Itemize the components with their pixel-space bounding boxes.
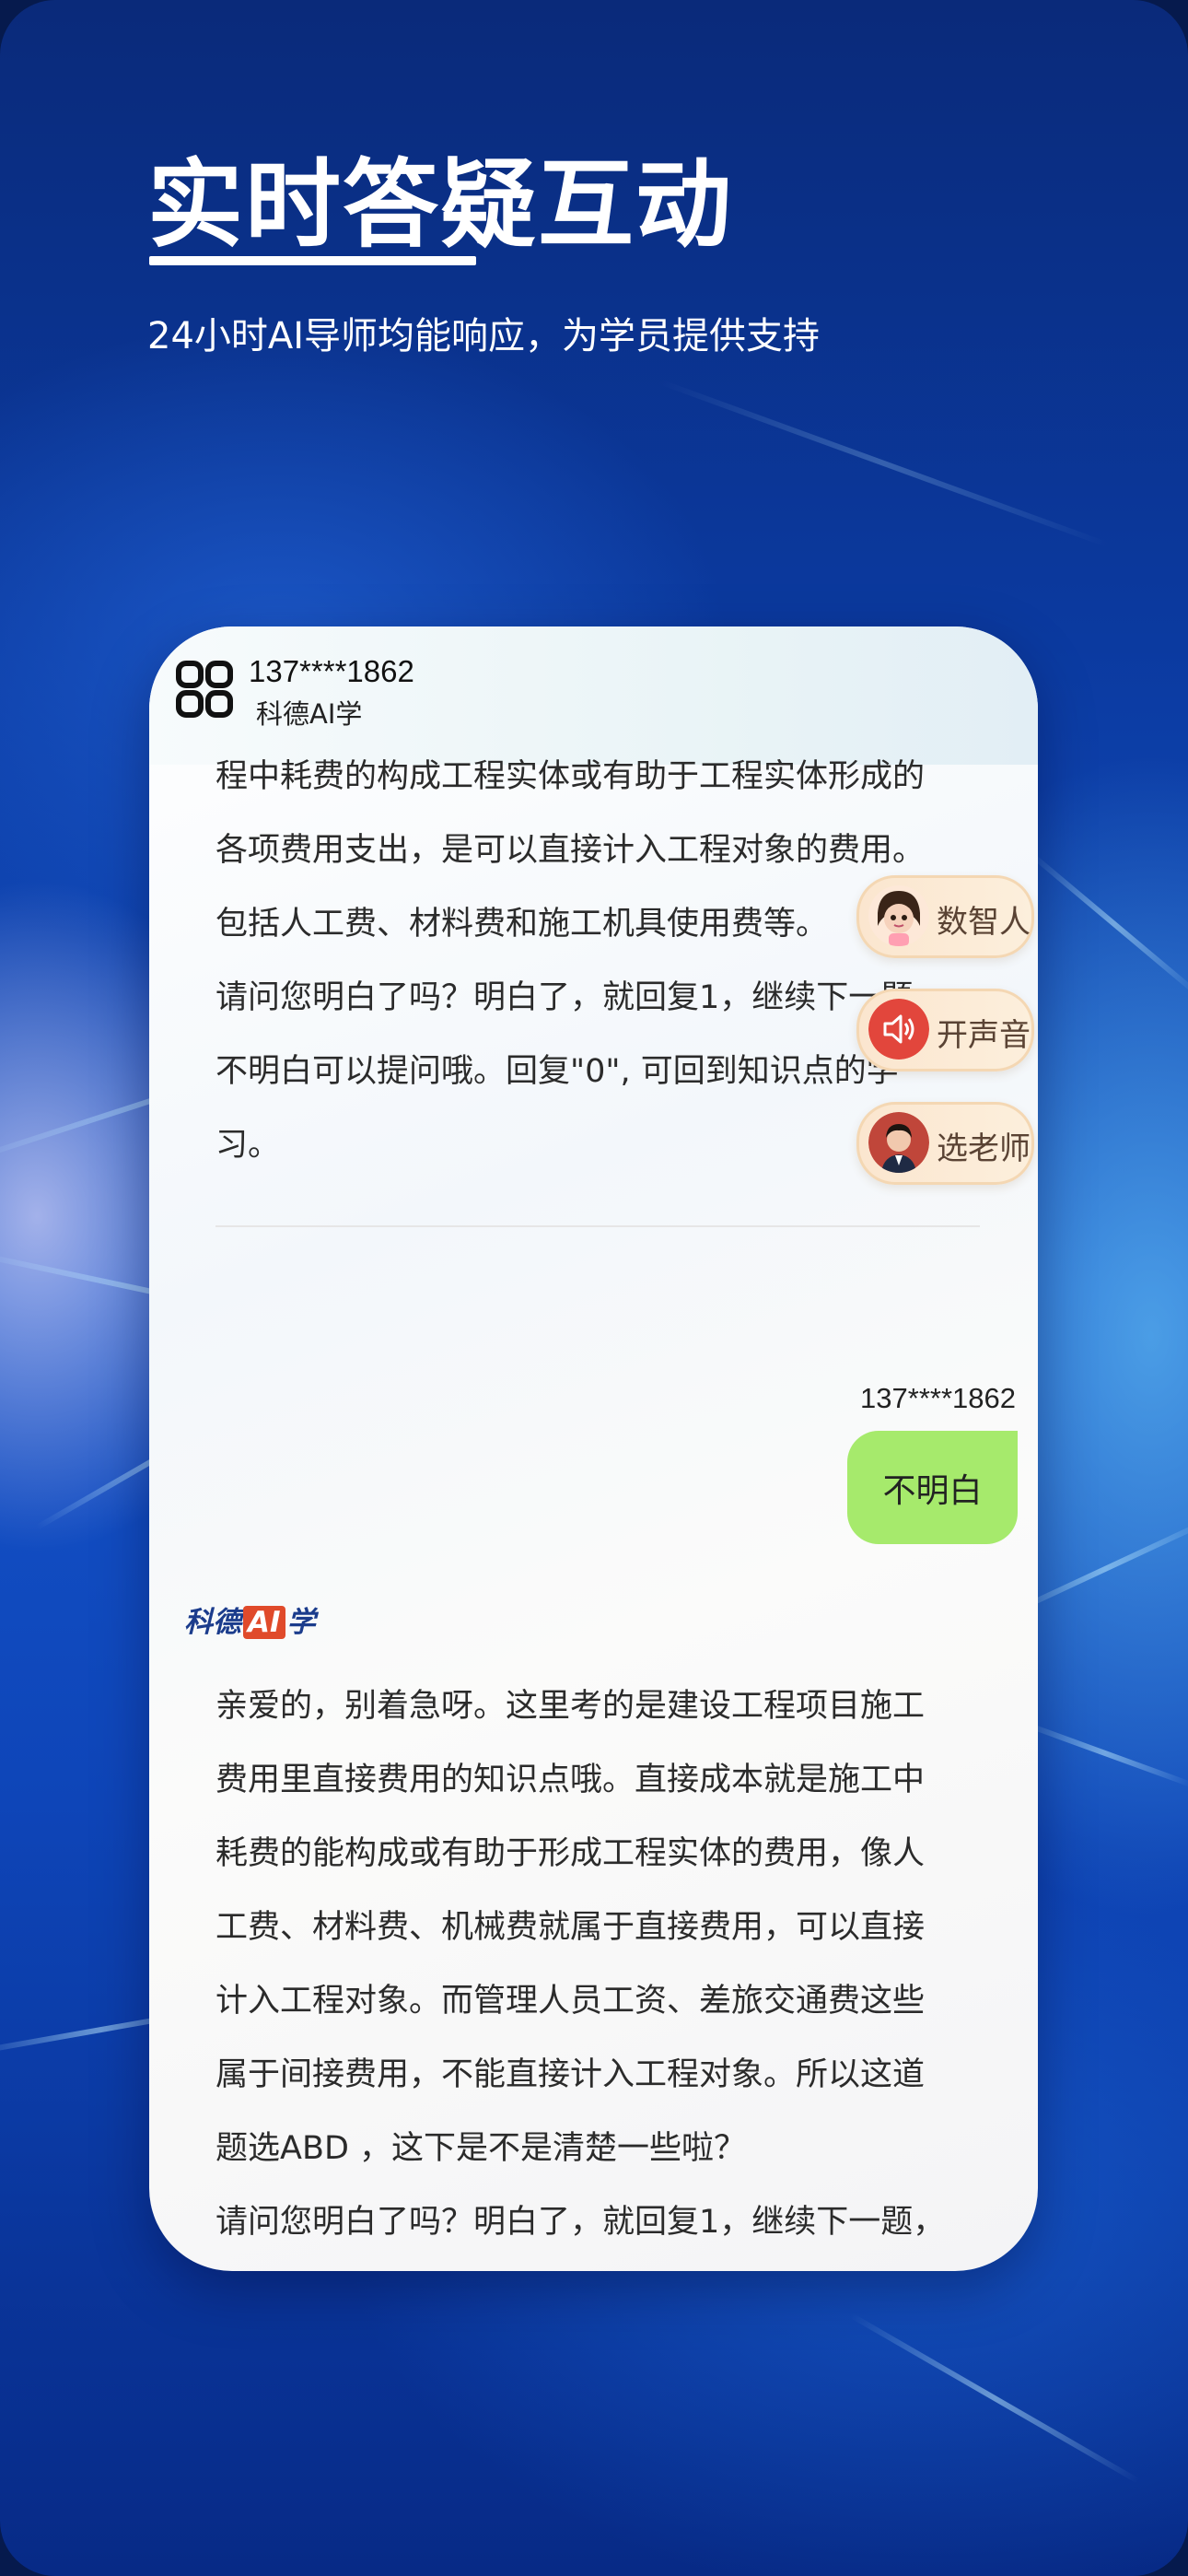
- divider: [215, 1225, 980, 1227]
- digital-human-chip[interactable]: 数智人: [856, 875, 1034, 958]
- message-line: 耗费的能构成或有助于形成工程实体的费用，像人: [215, 1835, 926, 1872]
- digital-human-avatar-icon: [868, 885, 929, 946]
- speaker-icon: [868, 999, 929, 1060]
- user-message-bubble: 不明白: [847, 1431, 1018, 1544]
- phone-chat-card: 137****1862 科德AI学 程中耗费的构成工程实体或有助于工程实体形成的…: [149, 626, 1038, 2271]
- message-line: 程中耗费的构成工程实体或有助于工程实体形成的: [215, 758, 926, 795]
- message-line: 计入工程对象。而管理人员工资、差旅交通费这些: [215, 1983, 926, 2020]
- message-line: 请问您明白了吗？明白了，就回复1，继续下一题，: [215, 2204, 946, 2241]
- hero-title: 实时答疑互动: [147, 148, 734, 261]
- app-logo-icon: [176, 661, 233, 718]
- account-phone: 137****1862: [249, 654, 414, 688]
- chip-label: 开声音: [937, 1017, 1031, 1054]
- message-line: 工费、材料费、机械费就属于直接费用，可以直接: [215, 1909, 926, 1946]
- teacher-avatar-icon: [868, 1112, 929, 1173]
- user-name: 137****1862: [860, 1382, 1016, 1414]
- brand-logo: 科德 AI 学: [184, 1606, 316, 1639]
- choose-teacher-chip[interactable]: 选老师: [856, 1102, 1034, 1185]
- app-name: 科德AI学: [256, 698, 363, 730]
- message-line: 属于间接费用，不能直接计入工程对象。所以这道: [215, 2056, 926, 2093]
- sound-toggle-chip[interactable]: 开声音: [856, 989, 1034, 1071]
- message-line: 费用里直接费用的知识点哦。直接成本就是施工中: [215, 1762, 926, 1798]
- chip-label: 数智人: [937, 904, 1031, 941]
- chip-label: 选老师: [937, 1130, 1031, 1167]
- message-line: 亲爱的，别着急呀。这里考的是建设工程项目施工: [215, 1688, 926, 1725]
- message-line: 题选ABD ，这下是不是清楚一些啦？: [215, 2130, 747, 2167]
- hero-subtitle: 24小时AI导师均能响应，为学员提供支持: [147, 315, 821, 357]
- message-line: 各项费用支出，是可以直接计入工程对象的费用。: [215, 832, 926, 869]
- hero-title-underline: [149, 256, 476, 265]
